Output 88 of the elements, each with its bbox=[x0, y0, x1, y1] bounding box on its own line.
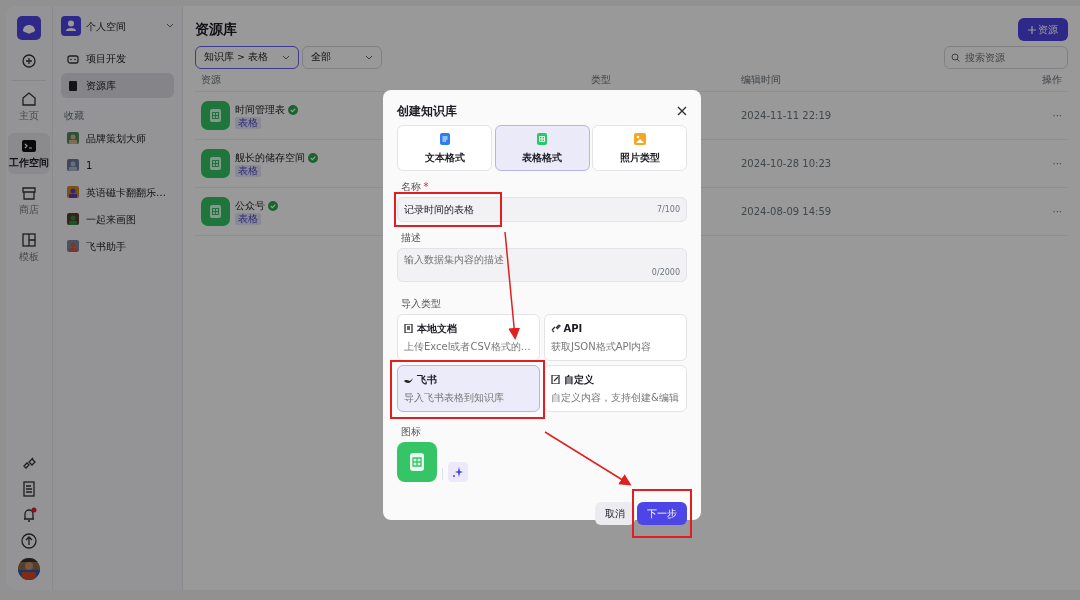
format-tab[interactable]: 表格格式 bbox=[494, 125, 590, 171]
document-icon[interactable] bbox=[20, 480, 38, 498]
favorite-item[interactable]: 1 bbox=[61, 152, 174, 178]
more-button[interactable]: ··· bbox=[1052, 206, 1062, 218]
edit-icon bbox=[551, 375, 561, 384]
book-icon bbox=[67, 79, 79, 92]
edit-time: 2024-10-28 10:23 bbox=[741, 158, 832, 170]
store-icon bbox=[20, 184, 38, 202]
sparkle-icon[interactable] bbox=[448, 462, 468, 482]
image-icon bbox=[633, 133, 646, 145]
column-header: 类型 bbox=[591, 74, 611, 85]
document-icon bbox=[438, 133, 451, 145]
close-icon[interactable] bbox=[677, 106, 687, 116]
resource-name[interactable]: 时间管理表 bbox=[235, 102, 285, 118]
space-name[interactable]: 个人空间 bbox=[86, 18, 161, 34]
filter-dropdown[interactable]: 知识库 > 表格 bbox=[195, 46, 299, 69]
chevron-down-icon bbox=[364, 54, 373, 61]
nav-tab[interactable]: 工作空间 bbox=[8, 133, 50, 174]
option-title: 飞书 bbox=[416, 373, 437, 387]
section-label: 导入类型 bbox=[401, 298, 441, 309]
layout-icon bbox=[20, 231, 38, 249]
nav-tab[interactable]: 模板 bbox=[8, 227, 50, 268]
terminal-icon bbox=[20, 137, 38, 155]
column-header: 资源 bbox=[201, 74, 221, 85]
link-icon bbox=[551, 324, 561, 333]
option-title: 本地文档 bbox=[416, 322, 457, 336]
add-resource-button[interactable]: 资源 bbox=[1017, 18, 1068, 41]
field-label: 图标 bbox=[401, 426, 421, 437]
robot-icon bbox=[67, 52, 79, 65]
cancel-button[interactable]: 取消 bbox=[594, 502, 635, 525]
next-button[interactable]: 下一步 bbox=[637, 502, 687, 525]
type-tag: 表格 bbox=[235, 213, 261, 226]
character-counter: 0/2000 bbox=[651, 267, 680, 279]
required-mark: * bbox=[423, 181, 429, 192]
nav-tab[interactable]: 主页 bbox=[8, 86, 50, 127]
nav-tab[interactable]: 商店 bbox=[8, 180, 50, 221]
edit-time: 2024-11-11 22:19 bbox=[741, 110, 832, 122]
search-field[interactable]: 搜索资源 bbox=[944, 46, 1068, 69]
more-button[interactable]: ··· bbox=[1052, 158, 1062, 170]
field-label: 描述 bbox=[401, 232, 421, 243]
spreadsheet-icon bbox=[201, 101, 230, 131]
resource-name[interactable]: 舰长的储存空间 bbox=[235, 150, 305, 166]
import-option[interactable]: 飞书 导入飞书表格到知识库 bbox=[397, 365, 540, 412]
option-description: 导入飞书表格到知识库 bbox=[404, 391, 504, 405]
type-tag: 表格 bbox=[235, 117, 261, 130]
option-description: 上传Excel或者CSV格式的… bbox=[404, 340, 531, 354]
option-title: 自定义 bbox=[563, 373, 594, 387]
spreadsheet-icon bbox=[536, 133, 548, 145]
import-option[interactable]: 本地文档 上传Excel或者CSV格式的… bbox=[397, 314, 540, 361]
option-description: 获取JSON格式API内容 bbox=[551, 340, 652, 354]
add-icon[interactable] bbox=[22, 54, 36, 68]
chevron-down-icon[interactable] bbox=[166, 23, 174, 29]
name-field[interactable]: 记录时间的表格 7/100 bbox=[397, 197, 687, 222]
edit-time: 2024-08-09 14:59 bbox=[741, 206, 832, 218]
option-title: API bbox=[563, 322, 583, 336]
upload-icon[interactable] bbox=[20, 532, 38, 550]
character-counter: 7/100 bbox=[656, 203, 680, 216]
favorite-item[interactable]: 英语磁卡翻翻乐… bbox=[61, 179, 174, 205]
field-label: 名称 bbox=[401, 181, 421, 192]
more-button[interactable]: ··· bbox=[1052, 110, 1062, 122]
file-icon bbox=[404, 324, 414, 333]
import-option[interactable]: API 获取JSON格式API内容 bbox=[544, 314, 687, 361]
dialog-title: 创建知识库 bbox=[397, 103, 457, 120]
resource-name[interactable]: 公众号 bbox=[235, 198, 265, 214]
spreadsheet-icon bbox=[201, 149, 230, 179]
favorite-item[interactable]: 品牌策划大师 bbox=[61, 125, 174, 151]
format-tab[interactable]: 文本格式 bbox=[397, 125, 492, 171]
option-description: 自定义内容，支持创建&编辑 bbox=[551, 391, 679, 405]
filter-dropdown[interactable]: 全部 bbox=[301, 46, 382, 69]
column-header: 操作 bbox=[1042, 74, 1062, 85]
section-title: 收藏 bbox=[62, 109, 85, 123]
search-icon bbox=[951, 53, 960, 62]
sidebar-item[interactable]: 项目开发 bbox=[61, 46, 174, 71]
chevron-down-icon bbox=[282, 54, 290, 61]
column-header: 编辑时间 bbox=[741, 74, 781, 85]
type-tag: 表格 bbox=[235, 165, 261, 178]
favorite-item[interactable]: 飞书助手 bbox=[61, 233, 174, 259]
spreadsheet-icon bbox=[201, 197, 230, 227]
logo-icon bbox=[17, 16, 41, 40]
favorite-item[interactable]: 一起来画图 bbox=[61, 206, 174, 232]
user-icon bbox=[61, 16, 81, 36]
plus-icon bbox=[1027, 25, 1036, 34]
format-tab[interactable]: 照片类型 bbox=[592, 125, 687, 171]
sidebar-item[interactable]: 资源库 bbox=[61, 73, 174, 98]
page-title: 资源库 bbox=[195, 20, 237, 39]
highlight-box bbox=[632, 489, 692, 538]
import-option[interactable]: 自定义 自定义内容，支持创建&编辑 bbox=[544, 365, 687, 412]
home-icon bbox=[20, 90, 38, 108]
